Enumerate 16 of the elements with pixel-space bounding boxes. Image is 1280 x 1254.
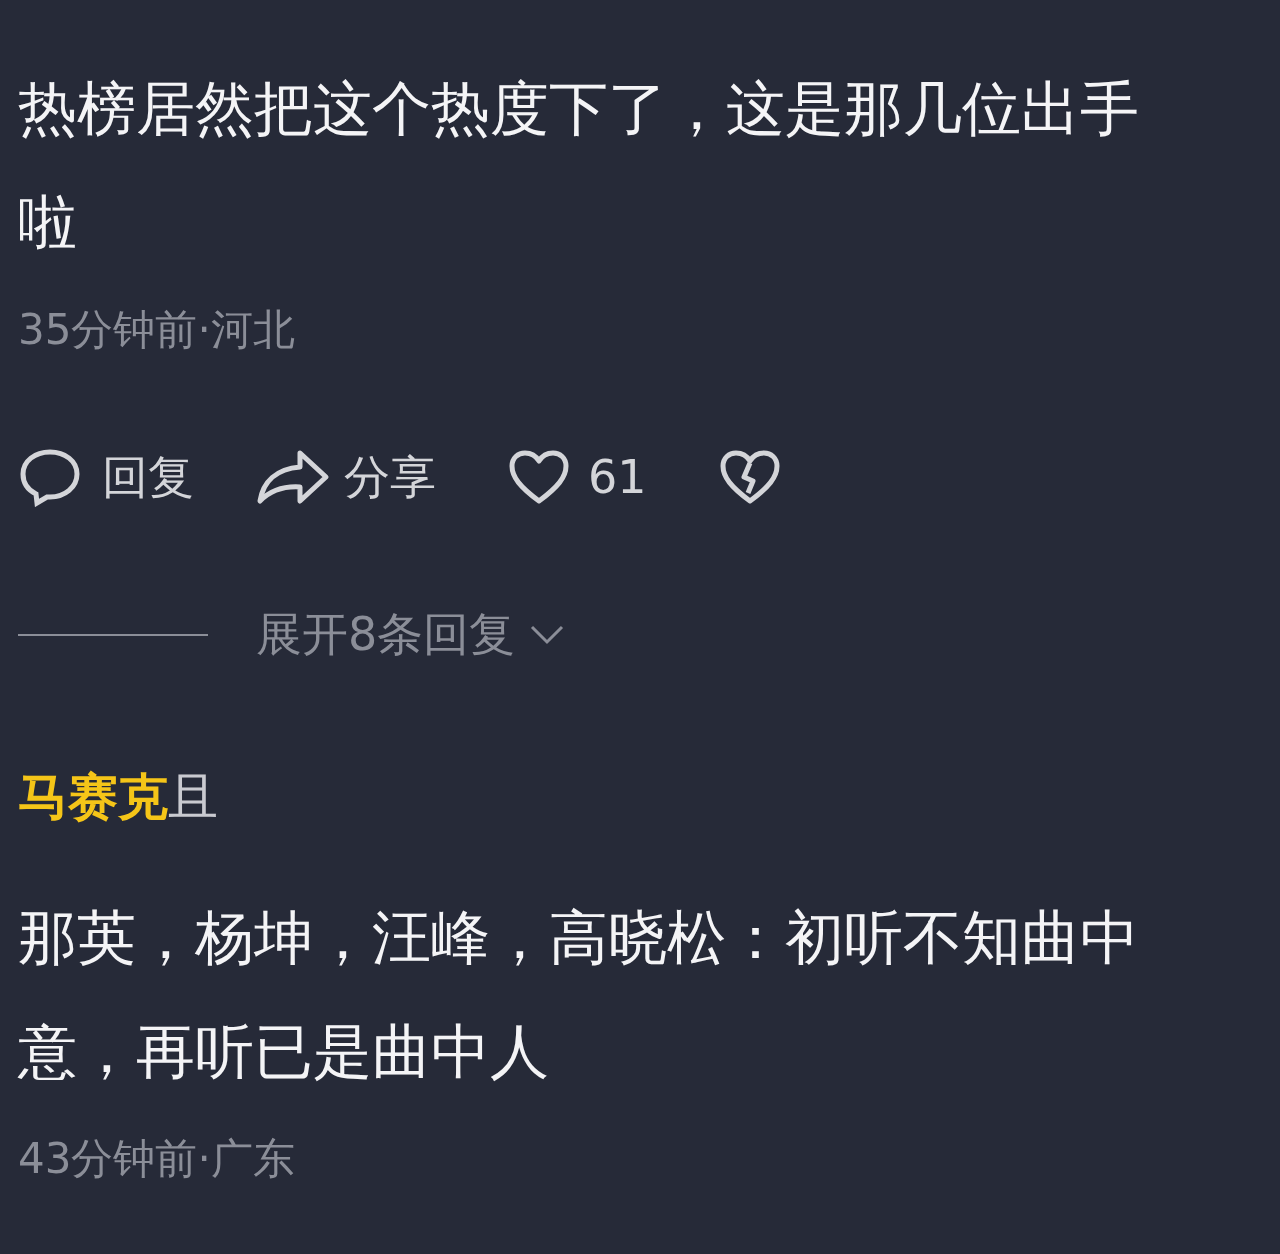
share-icon	[256, 449, 330, 505]
comment-text: 热榜居然把这个热度下了，这是那几位出手啦	[18, 73, 1140, 259]
share-button[interactable]: 分享	[256, 442, 436, 512]
heart-icon	[508, 449, 570, 505]
chevron-down-icon	[529, 623, 566, 646]
expand-replies-button[interactable]: 展开8条回复	[256, 600, 566, 669]
comment-icon	[18, 447, 82, 507]
comment-meta: 35分钟前·河北	[18, 304, 296, 356]
dislike-button[interactable]	[718, 449, 781, 505]
comment-text: 那英，杨坤，汪峰，高晓松：初听不知曲中意，再听已是曲中人	[18, 902, 1140, 1088]
reply-button[interactable]: 回复	[18, 442, 194, 512]
broken-heart-icon	[718, 449, 781, 505]
mosaic-label: 马赛克	[18, 772, 168, 822]
like-button[interactable]: 61	[508, 442, 647, 512]
username: 且	[168, 772, 218, 822]
comment-meta: 43分钟前·广东	[18, 1133, 296, 1185]
